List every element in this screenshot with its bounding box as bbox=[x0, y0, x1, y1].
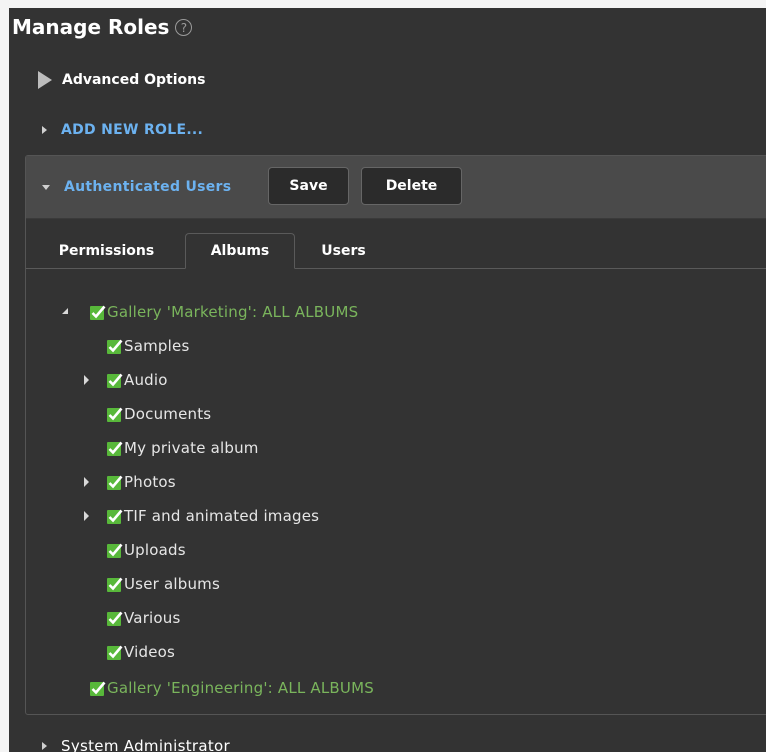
role-panel: Authenticated Users Save Delete Permissi… bbox=[25, 155, 766, 715]
add-new-role-link[interactable]: ADD NEW ROLE... bbox=[42, 119, 203, 141]
delete-button[interactable]: Delete bbox=[361, 167, 462, 205]
tree-node-label: TIF and animated images bbox=[124, 507, 320, 525]
tab-users[interactable]: Users bbox=[306, 233, 381, 269]
tree-album: User albums bbox=[106, 572, 220, 596]
checkbox-checked-icon[interactable] bbox=[106, 610, 123, 627]
checkbox-checked-icon[interactable] bbox=[106, 440, 123, 457]
tree-album: TIF and animated images bbox=[106, 504, 319, 528]
checkbox-checked-icon[interactable] bbox=[89, 680, 106, 697]
tree-node-label: Gallery 'Marketing': ALL ALBUMS bbox=[107, 303, 359, 321]
checkbox-checked-icon[interactable] bbox=[89, 304, 106, 321]
expand-triangle-icon bbox=[38, 71, 52, 89]
collapse-triangle-icon[interactable] bbox=[62, 308, 68, 314]
tree-node-label: User albums bbox=[124, 575, 220, 593]
tree-album: Various bbox=[106, 606, 181, 630]
chevron-down-icon bbox=[42, 184, 50, 190]
tree-album: Videos bbox=[106, 640, 175, 664]
save-button[interactable]: Save bbox=[268, 167, 349, 205]
chevron-right-icon bbox=[42, 742, 47, 750]
chevron-right-icon bbox=[42, 126, 47, 134]
page-title-text: Manage Roles bbox=[12, 15, 170, 39]
checkbox-checked-icon[interactable] bbox=[106, 508, 123, 525]
tree-node-label: Samples bbox=[124, 337, 190, 355]
checkbox-checked-icon[interactable] bbox=[106, 338, 123, 355]
tab-permissions[interactable]: Permissions bbox=[44, 233, 169, 269]
expand-triangle-icon[interactable] bbox=[84, 511, 89, 521]
checkbox-checked-icon[interactable] bbox=[106, 474, 123, 491]
manage-roles-panel: Manage Roles ? Advanced Options ADD NEW … bbox=[9, 8, 766, 752]
tree-gallery-marketing: Gallery 'Marketing': ALL ALBUMS bbox=[89, 300, 358, 324]
checkbox-checked-icon[interactable] bbox=[106, 406, 123, 423]
help-icon[interactable]: ? bbox=[175, 18, 193, 36]
tree-album: Audio bbox=[106, 368, 168, 392]
tree-gallery-engineering: Gallery 'Engineering': ALL ALBUMS bbox=[89, 676, 374, 700]
role-name: Authenticated Users bbox=[64, 179, 232, 195]
tree-album: Uploads bbox=[106, 538, 186, 562]
expand-triangle-icon[interactable] bbox=[84, 375, 89, 385]
checkbox-checked-icon[interactable] bbox=[106, 372, 123, 389]
add-new-role-label: ADD NEW ROLE... bbox=[61, 122, 204, 138]
tree-album: Photos bbox=[106, 470, 176, 494]
tree-node-label: Photos bbox=[124, 473, 176, 491]
checkbox-checked-icon[interactable] bbox=[106, 644, 123, 661]
tree-album: Documents bbox=[106, 402, 211, 426]
advanced-options-label: Advanced Options bbox=[62, 72, 206, 88]
role-collapse-toggle[interactable]: Authenticated Users bbox=[42, 176, 231, 198]
tree-node-label: Videos bbox=[124, 643, 176, 661]
page-title: Manage Roles ? bbox=[12, 13, 193, 41]
tree-node-label: Various bbox=[124, 609, 181, 627]
role-system-administrator[interactable]: System Administrator bbox=[42, 735, 230, 752]
expand-triangle-icon[interactable] bbox=[84, 477, 89, 487]
tree-node-label: My private album bbox=[124, 439, 259, 457]
tree-node-label: Gallery 'Engineering': ALL ALBUMS bbox=[107, 679, 374, 697]
tab-albums[interactable]: Albums bbox=[185, 233, 295, 269]
role-tabs: Permissions Albums Users bbox=[26, 218, 766, 269]
checkbox-checked-icon[interactable] bbox=[106, 542, 123, 559]
tree-node-label: Uploads bbox=[124, 541, 186, 559]
tree-node-label: Audio bbox=[124, 371, 168, 389]
role-header: Authenticated Users Save Delete bbox=[26, 156, 766, 219]
tree-album: Samples bbox=[106, 334, 189, 358]
role-name: System Administrator bbox=[61, 737, 230, 752]
tree-album: My private album bbox=[106, 436, 259, 460]
checkbox-checked-icon[interactable] bbox=[106, 576, 123, 593]
tree-node-label: Documents bbox=[124, 405, 212, 423]
advanced-options-toggle[interactable]: Advanced Options bbox=[38, 69, 205, 91]
